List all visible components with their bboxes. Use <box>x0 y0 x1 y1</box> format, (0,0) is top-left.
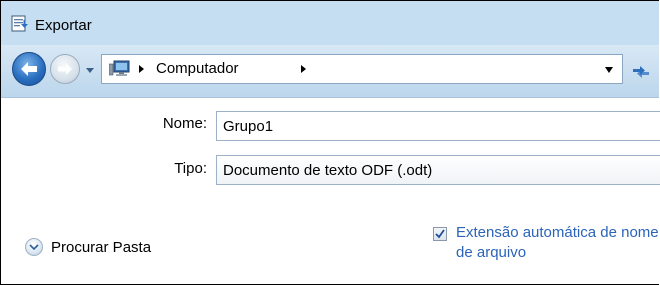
navigation-bar: Computador <box>1 45 659 98</box>
dialog-content: Nome: Tipo: Documento de texto ODF (.odt… <box>1 98 660 284</box>
title-bar: Exportar <box>1 1 659 45</box>
window-title: Exportar <box>35 17 92 34</box>
export-dialog: Exportar Computador Nome: Grupo1 Tipo: D… <box>0 0 660 285</box>
file-type-value: Documento de texto ODF (.odt) <box>223 161 433 179</box>
address-dropdown-icon[interactable] <box>604 66 614 74</box>
breadcrumb-computador[interactable]: Computador <box>156 60 239 77</box>
browse-folders-label: Procurar Pasta <box>51 238 152 256</box>
file-type-select[interactable]: Documento de texto ODF (.odt) <box>216 155 660 185</box>
address-bar[interactable]: Computador <box>101 54 623 84</box>
type-label: Tipo: <box>174 160 207 177</box>
checkmark-icon <box>435 229 445 239</box>
browse-folders-toggle[interactable]: Procurar Pasta <box>25 238 151 256</box>
history-dropdown-icon[interactable] <box>85 65 95 75</box>
forward-button[interactable] <box>50 54 80 84</box>
auto-extension-label: Extensão automática de nome de arquivo <box>456 224 659 261</box>
refresh-icon[interactable] <box>631 63 651 79</box>
back-arrow-icon <box>21 62 37 76</box>
file-name-input[interactable] <box>216 111 660 141</box>
expand-chevron-icon <box>25 238 43 256</box>
forward-arrow-icon <box>58 63 72 75</box>
back-button[interactable] <box>12 52 46 86</box>
save-dialog-icon <box>11 15 28 32</box>
breadcrumb-separator-icon[interactable] <box>138 64 145 74</box>
breadcrumb-expand-icon[interactable] <box>300 64 307 74</box>
computer-icon <box>109 60 130 76</box>
name-label: Nome: <box>162 115 207 132</box>
auto-extension-checkbox[interactable] <box>433 227 447 241</box>
